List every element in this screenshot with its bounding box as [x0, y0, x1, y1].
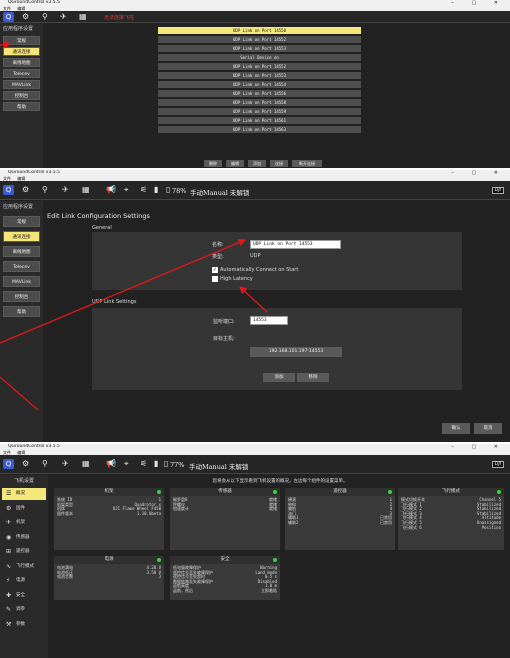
arrow-from-port-field [239, 286, 268, 313]
arrow-to-name-field [0, 238, 247, 344]
arrow-to-link-tab [0, 40, 12, 49]
annotation-arrows [0, 40, 268, 411]
arrow-to-comm-tab [0, 376, 39, 411]
